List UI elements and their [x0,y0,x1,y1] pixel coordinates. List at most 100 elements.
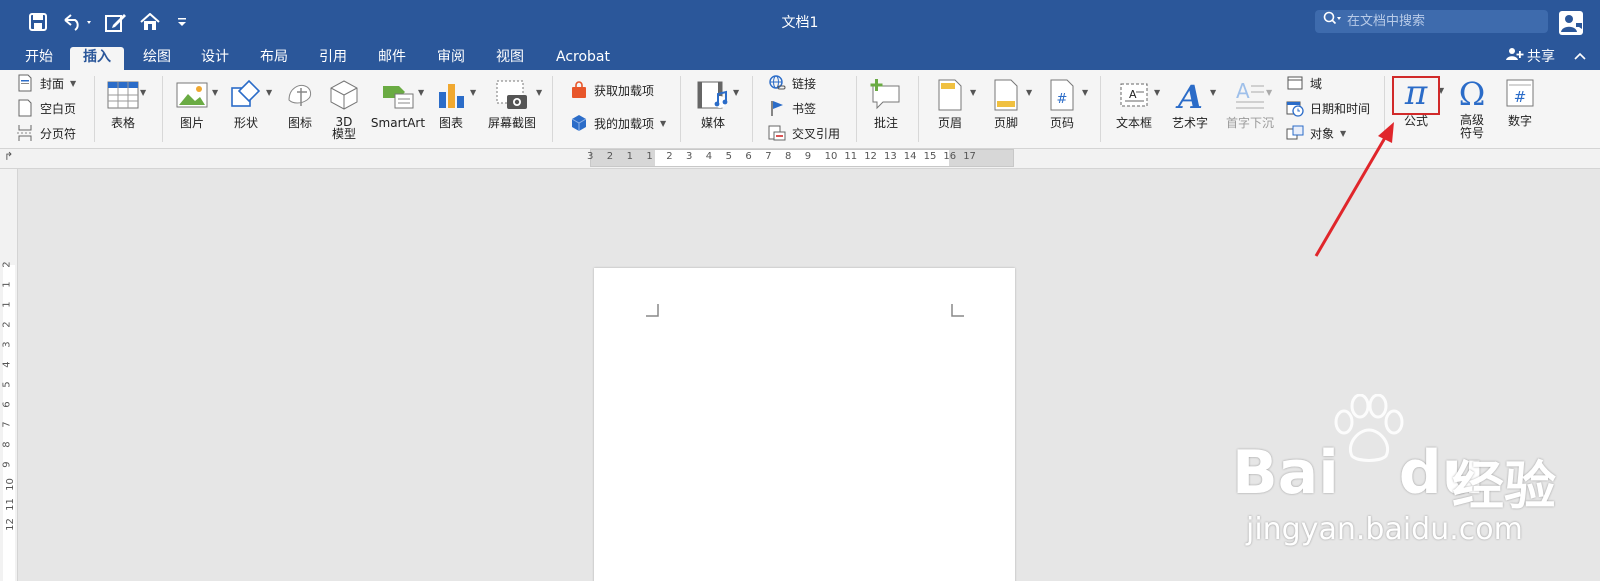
cover-page-button[interactable]: 封面 ▼ [16,73,76,93]
vruler-number: 11 [4,498,16,511]
get-addins-button[interactable]: 获取加载项 [570,80,654,100]
link-button[interactable]: 链接 [768,73,816,93]
ruler-number: 2 [666,151,673,162]
vertical-ruler[interactable]: 2 1 1 2 3 4 5 6 7 8 9 10 11 12 [0,169,18,581]
horizontal-ruler[interactable]: 3 2 1 1 2 3 4 5 6 7 8 9 10 11 12 13 14 15 16 17 [587,149,1014,167]
date-time-button[interactable]: 日期和时间 [1286,98,1370,118]
ruler-number: 1 [646,151,653,162]
svg-text:#: # [1057,92,1068,107]
svg-text:A: A [1236,79,1250,103]
number-button[interactable]: # 数字 [1500,76,1540,128]
cross-reference-icon [768,125,786,141]
object-icon [1286,125,1304,140]
vruler-number: 9 [1,461,13,468]
blank-page-icon [18,99,32,117]
ruler-number: 10 [824,151,838,162]
text-box-button[interactable]: A 文本框 [1114,78,1154,130]
tab-draw[interactable]: 绘图 [132,47,182,70]
ruler-number: 9 [804,151,812,162]
vruler-number: 7 [1,421,13,428]
media-icon [697,81,728,109]
wordart-button[interactable]: A 艺术字 [1170,78,1210,130]
text-box-icon: A [1120,83,1148,107]
vruler-number: 1 [1,281,13,288]
tab-home[interactable]: 开始 [14,47,64,70]
bookmark-button[interactable]: 书签 [768,98,816,118]
media-button[interactable]: 媒体 [694,78,732,130]
margin-corner-top-right [951,304,964,317]
object-button[interactable]: 对象 ▼ [1286,123,1346,143]
addins-cube-icon [571,115,587,131]
svg-text:A: A [1129,88,1137,101]
svg-text:Ω: Ω [1459,76,1486,110]
page-break-button[interactable]: 分页符 [16,123,76,143]
ruler-number: 4 [705,151,713,162]
vruler-number: 1 [1,301,13,308]
tab-review[interactable]: 审阅 [426,47,476,70]
vruler-number: 3 [1,341,13,348]
search-input[interactable]: 在文档中搜索 [1315,10,1548,33]
collapse-ribbon-icon[interactable] [1574,50,1586,64]
advanced-symbol-button[interactable]: Ω 高级 符号 [1452,76,1492,140]
3d-model-button[interactable]: 3D 模型 [327,78,361,140]
ruler-number: 8 [785,151,792,162]
header-icon [938,79,962,111]
vruler-number: 2 [1,261,13,268]
ruler-number: 16 [943,151,957,162]
footer-icon [994,79,1018,111]
shapes-button[interactable]: 形状 [226,78,266,130]
svg-text:A: A [1175,78,1203,112]
screenshot-button[interactable]: 屏幕截图 [484,78,540,130]
header-button[interactable]: 页眉 [930,78,970,130]
omega-icon: Ω [1459,76,1486,110]
search-icon [1323,10,1343,33]
tab-acrobat[interactable]: Acrobat [548,47,618,70]
ruler-number: 5 [725,151,732,162]
user-account-icon[interactable] [1558,10,1584,36]
comment-button[interactable]: 批注 [866,78,906,130]
picture-button[interactable]: 图片 [172,78,212,130]
share-button[interactable]: 共享 [1506,47,1555,68]
wordart-icon: A [1175,78,1203,112]
cross-reference-button[interactable]: 交叉引用 [768,123,840,143]
document-page[interactable] [594,268,1015,581]
tab-mailings[interactable]: 邮件 [367,47,417,70]
smartart-button[interactable]: SmartArt [368,78,428,130]
tab-references[interactable]: 引用 [308,47,358,70]
table-icon [107,81,139,109]
tab-insert[interactable]: 插入 [70,47,124,70]
tab-design[interactable]: 设计 [190,47,240,70]
vruler-number: 6 [1,401,13,408]
blank-page-button[interactable]: 空白页 [16,98,76,118]
ruler-number: 11 [844,151,858,162]
search-placeholder: 在文档中搜索 [1347,14,1426,29]
icons-button[interactable]: 图标 [282,78,318,130]
shapes-icon [231,79,261,107]
bar-chart-icon [439,84,464,108]
drop-cap-icon: A [1236,79,1264,109]
ruler-number: 13 [884,151,897,162]
ruler-number: 7 [765,151,772,162]
tab-stop-icon[interactable]: ↱ [4,150,13,163]
ruler-number: 3 [587,151,594,162]
calendar-clock-icon [1286,101,1304,117]
number-hash-icon: # [1506,79,1534,107]
new-comment-icon [870,79,900,110]
ruler-number: 1 [626,151,633,162]
equation-highlight-box [1392,76,1440,115]
picture-icon [176,82,208,108]
chart-button[interactable]: 图表 [433,78,469,130]
drop-cap-button[interactable]: A 首字下沉 [1222,78,1278,130]
my-addins-button[interactable]: 我的加载项 ▼ [570,113,666,133]
field-button[interactable]: 域 [1286,73,1322,93]
ruler-number: 12 [864,151,877,162]
footer-button[interactable]: 页脚 [986,78,1026,130]
vruler-number: 5 [1,381,13,388]
tab-layout[interactable]: 布局 [249,47,299,70]
tab-view[interactable]: 视图 [485,47,535,70]
store-bag-icon [572,81,586,98]
ribbon-insert: 封面 ▼ 空白页 分页符 表格 ▼ 图片 ▼ 形状 ▼ 图标 3D 模型 Sma [0,70,1600,149]
link-globe-icon [769,75,786,90]
table-button[interactable]: 表格 [102,78,144,130]
page-number-button[interactable]: # 页码 [1042,78,1082,130]
